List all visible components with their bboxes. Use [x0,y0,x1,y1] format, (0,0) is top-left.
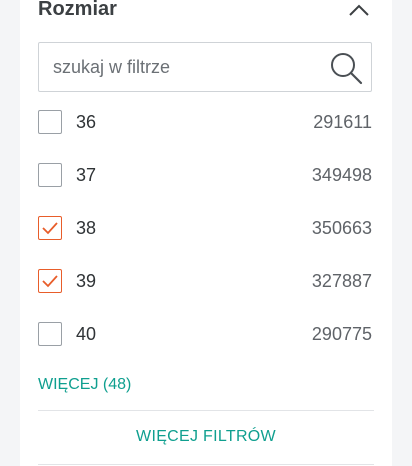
option-count: 350663 [311,218,372,238]
divider [38,464,374,465]
option-count: 327887 [311,271,372,291]
checkbox[interactable] [38,322,62,346]
checkbox[interactable] [38,163,62,187]
checkmark-icon [42,275,58,288]
option-count: 290775 [311,324,372,344]
option-36[interactable]: 36 291611 [38,110,372,138]
option-label: 38 [76,218,97,238]
divider [38,410,374,411]
search-input[interactable] [39,43,333,91]
option-label: 37 [76,165,97,185]
show-more-link[interactable]: WIĘCEJ (48) [38,376,131,394]
option-37[interactable]: 37 349498 [38,163,372,191]
filter-search [38,42,372,92]
option-39[interactable]: 39 327887 [38,269,372,297]
option-40[interactable]: 40 290775 [38,322,372,350]
checkmark-icon [42,222,58,235]
chevron-up-icon[interactable] [348,2,370,18]
checkbox[interactable] [38,110,62,134]
filter-header[interactable]: Rozmiar [38,0,374,24]
option-label: 36 [76,112,97,132]
option-label: 40 [76,324,97,344]
more-filters-button[interactable]: WIĘCEJ FILTRÓW [38,428,374,446]
option-count: 291611 [313,112,372,132]
search-icon[interactable] [329,51,363,85]
filter-title: Rozmiar [38,0,117,20]
checkbox-checked[interactable] [38,216,62,240]
filter-panel: Rozmiar 36 291611 37 349498 3 [20,0,392,466]
option-label: 39 [76,271,97,291]
option-38[interactable]: 38 350663 [38,216,372,244]
checkbox-checked[interactable] [38,269,62,293]
option-count: 349498 [311,165,372,185]
